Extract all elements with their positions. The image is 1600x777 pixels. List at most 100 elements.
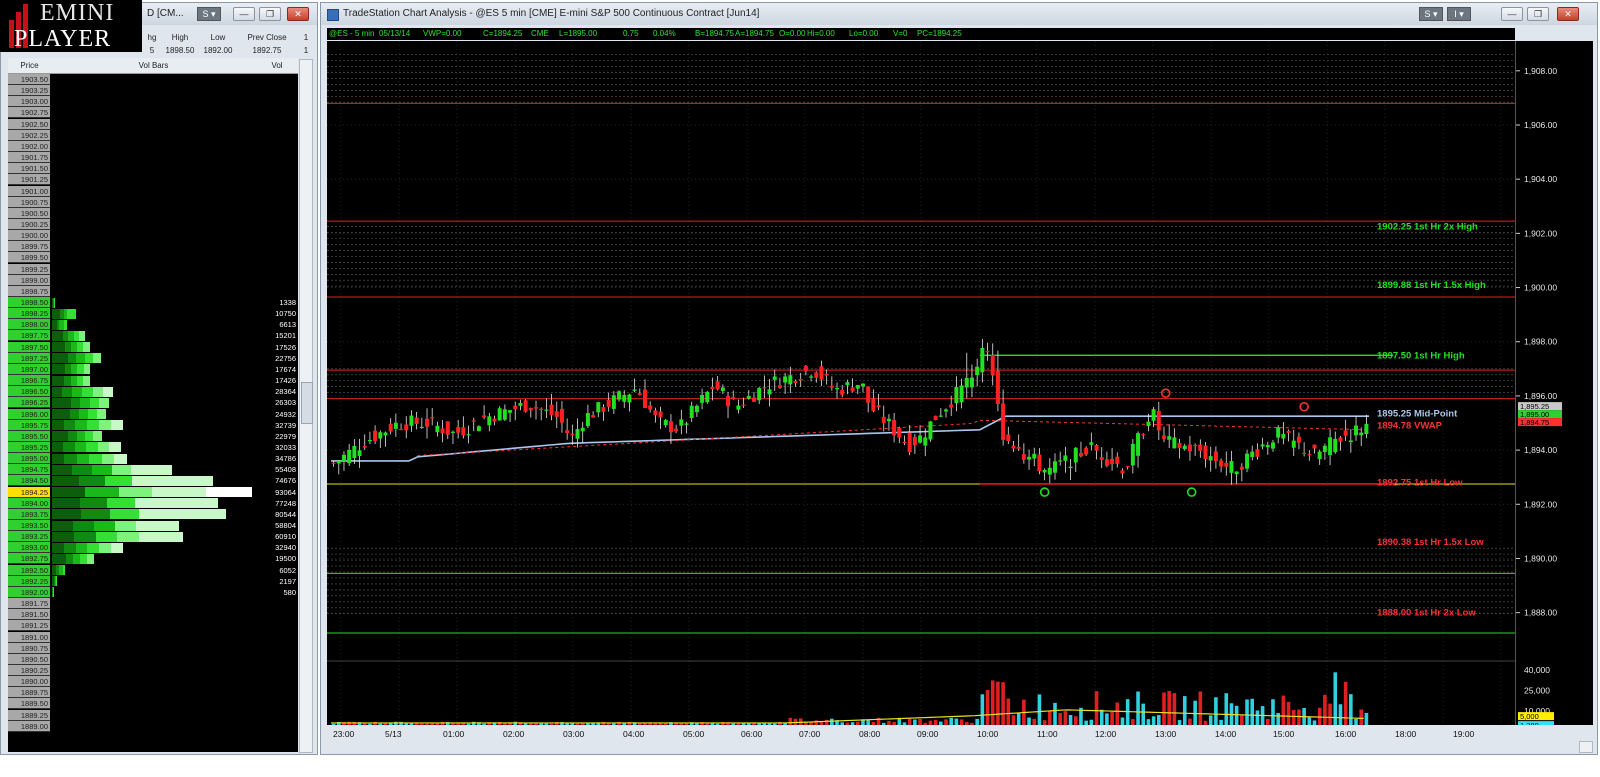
ladder-row[interactable]: 1903.25 [8, 85, 298, 97]
ladder-price-cell[interactable]: 1890.00 [8, 676, 50, 688]
ladder-price-cell[interactable]: 1901.25 [8, 174, 50, 186]
ladder-row[interactable]: 1898.75 [8, 285, 298, 297]
ladder-price-cell[interactable]: 1901.75 [8, 152, 50, 164]
ladder-row[interactable]: 1900.75 [8, 196, 298, 208]
ladder-price-cell[interactable]: 1897.00 [8, 363, 50, 375]
ladder-price-cell[interactable]: 1898.00 [8, 319, 50, 331]
ladder-price-cell[interactable]: 1897.50 [8, 341, 50, 353]
ladder-price-cell[interactable]: 1898.50 [8, 297, 50, 308]
ladder-price-cell[interactable]: 1900.50 [8, 207, 50, 219]
ladder-row[interactable]: 1892.75 19500 [8, 553, 298, 565]
ladder-row[interactable]: 1900.00 [8, 230, 298, 242]
ladder-row[interactable]: 1892.00 580 [8, 586, 298, 598]
ladder-price-cell[interactable]: 1899.50 [8, 252, 50, 264]
ladder-price-cell[interactable]: 1889.50 [8, 698, 50, 710]
ladder-row[interactable]: 1890.25 [8, 664, 298, 676]
ladder-row[interactable]: 1901.00 [8, 185, 298, 197]
ladder-row[interactable]: 1891.75 [8, 598, 298, 610]
ladder-price-cell[interactable]: 1900.00 [8, 230, 50, 242]
ladder-row[interactable]: 1899.50 [8, 252, 298, 264]
ladder-row[interactable]: 1896.00 24932 [8, 408, 298, 420]
ladder-row[interactable]: 1902.75 [8, 107, 298, 119]
ladder-row[interactable]: 1892.50 6052 [8, 564, 298, 576]
price-chart-area[interactable]: 1902.25 1st Hr 2x High 1899.88 1st Hr 1.5… [327, 41, 1515, 725]
ladder-price-cell[interactable]: 1892.00 [8, 586, 50, 598]
restore-button[interactable]: ❐ [1527, 7, 1549, 21]
ladder-price-cell[interactable]: 1902.00 [8, 140, 50, 152]
ladder-row[interactable]: 1893.50 58804 [8, 520, 298, 531]
ladder-row[interactable]: 1903.50 [8, 74, 298, 85]
ladder-price-cell[interactable]: 1894.25 [8, 486, 50, 498]
ladder-row[interactable]: 1895.00 34786 [8, 453, 298, 465]
ladder-price-cell[interactable]: 1902.75 [8, 107, 50, 119]
close-button[interactable]: ✕ [1557, 7, 1579, 21]
ladder-row[interactable]: 1899.25 [8, 263, 298, 275]
ladder-row[interactable]: 1895.25 32033 [8, 441, 298, 453]
ladder-row[interactable]: 1897.50 17526 [8, 341, 298, 353]
ladder-price-cell[interactable]: 1903.00 [8, 96, 50, 108]
ladder-price-cell[interactable]: 1903.25 [8, 85, 50, 97]
ladder-price-cell[interactable]: 1901.50 [8, 163, 50, 175]
ladder-price-cell[interactable]: 1894.50 [8, 475, 50, 487]
matrix-style-dropdown[interactable]: S ▾ [197, 7, 221, 21]
ladder-price-cell[interactable]: 1893.75 [8, 508, 50, 520]
ladder-price-cell[interactable]: 1899.75 [8, 241, 50, 253]
ladder-row[interactable]: 1902.50 [8, 118, 298, 130]
ladder-price-cell[interactable]: 1890.25 [8, 664, 50, 676]
ladder-price-cell[interactable]: 1895.75 [8, 419, 50, 431]
ladder-row[interactable]: 1895.75 32739 [8, 419, 298, 431]
ladder-row[interactable]: 1889.25 [8, 709, 298, 721]
ladder-row[interactable]: 1894.50 74676 [8, 475, 298, 487]
ladder-price-cell[interactable]: 1892.25 [8, 575, 50, 587]
price-axis[interactable]: 1,908.00 1,906.00 1,904.00 1,902.00 1,900.00… [1515, 41, 1593, 725]
ladder-row[interactable]: 1898.00 6613 [8, 319, 298, 331]
ladder-price-cell[interactable]: 1902.50 [8, 118, 50, 130]
ladder-row[interactable]: 1896.25 26303 [8, 397, 298, 409]
ladder-row[interactable]: 1898.50 1338 [8, 297, 298, 308]
chart-scrollbar[interactable] [1579, 741, 1593, 753]
ladder-price-cell[interactable]: 1894.00 [8, 497, 50, 509]
ladder-row[interactable]: 1896.75 17426 [8, 375, 298, 387]
chart-indicator-dropdown[interactable]: I ▾ [1447, 7, 1471, 21]
ladder-price-cell[interactable]: 1894.75 [8, 464, 50, 476]
ladder-price-cell[interactable]: 1896.75 [8, 375, 50, 387]
ladder-row[interactable]: 1889.50 [8, 698, 298, 710]
ladder-row[interactable]: 1900.25 [8, 218, 298, 230]
ladder-row[interactable]: 1899.75 [8, 241, 298, 253]
ladder-price-cell[interactable]: 1891.50 [8, 609, 50, 621]
ladder-row[interactable]: 1893.75 80544 [8, 508, 298, 520]
ladder-price-cell[interactable]: 1896.50 [8, 386, 50, 398]
ladder-row[interactable]: 1891.00 [8, 631, 298, 643]
ladder-price-cell[interactable]: 1897.25 [8, 352, 50, 364]
chart-style-dropdown[interactable]: S ▾ [1419, 7, 1443, 21]
ladder-row[interactable]: 1894.00 77248 [8, 497, 298, 509]
ladder-price-cell[interactable]: 1890.50 [8, 653, 50, 665]
ladder-row[interactable]: 1889.00 [8, 720, 298, 732]
ladder-row[interactable]: 1902.00 [8, 140, 298, 152]
minimize-button[interactable]: — [1501, 7, 1523, 21]
ladder-price-cell[interactable]: 1899.00 [8, 274, 50, 286]
ladder-row[interactable]: 1894.25 93064 [8, 486, 298, 498]
ladder-price-cell[interactable]: 1891.00 [8, 631, 50, 643]
ladder-price-cell[interactable]: 1891.25 [8, 620, 50, 632]
ladder-price-cell[interactable]: 1902.25 [8, 129, 50, 141]
ladder-row[interactable]: 1890.50 [8, 653, 298, 665]
ladder-row[interactable]: 1901.25 [8, 174, 298, 186]
ladder-row[interactable]: 1897.00 17674 [8, 363, 298, 375]
ladder-row[interactable]: 1896.50 28364 [8, 386, 298, 398]
chart-titlebar[interactable]: TradeStation Chart Analysis - @ES 5 min … [321, 3, 1597, 25]
ladder-scrollbar[interactable] [299, 59, 313, 753]
ladder-price-cell[interactable]: 1893.50 [8, 520, 50, 531]
ladder-row[interactable]: 1895.50 22979 [8, 430, 298, 442]
ladder-price-cell[interactable]: 1890.75 [8, 642, 50, 654]
ladder-price-cell[interactable]: 1889.75 [8, 687, 50, 699]
ladder-price-cell[interactable]: 1896.00 [8, 408, 50, 420]
ladder-price-cell[interactable]: 1895.50 [8, 430, 50, 442]
ladder-price-cell[interactable]: 1893.25 [8, 531, 50, 543]
ladder-price-cell[interactable]: 1900.25 [8, 218, 50, 230]
ladder-price-cell[interactable]: 1903.50 [8, 74, 50, 85]
ladder-row[interactable]: 1893.00 32940 [8, 542, 298, 554]
ladder-row[interactable]: 1889.75 [8, 687, 298, 699]
ladder-price-cell[interactable]: 1896.25 [8, 397, 50, 409]
ladder-row[interactable]: 1903.00 [8, 96, 298, 108]
